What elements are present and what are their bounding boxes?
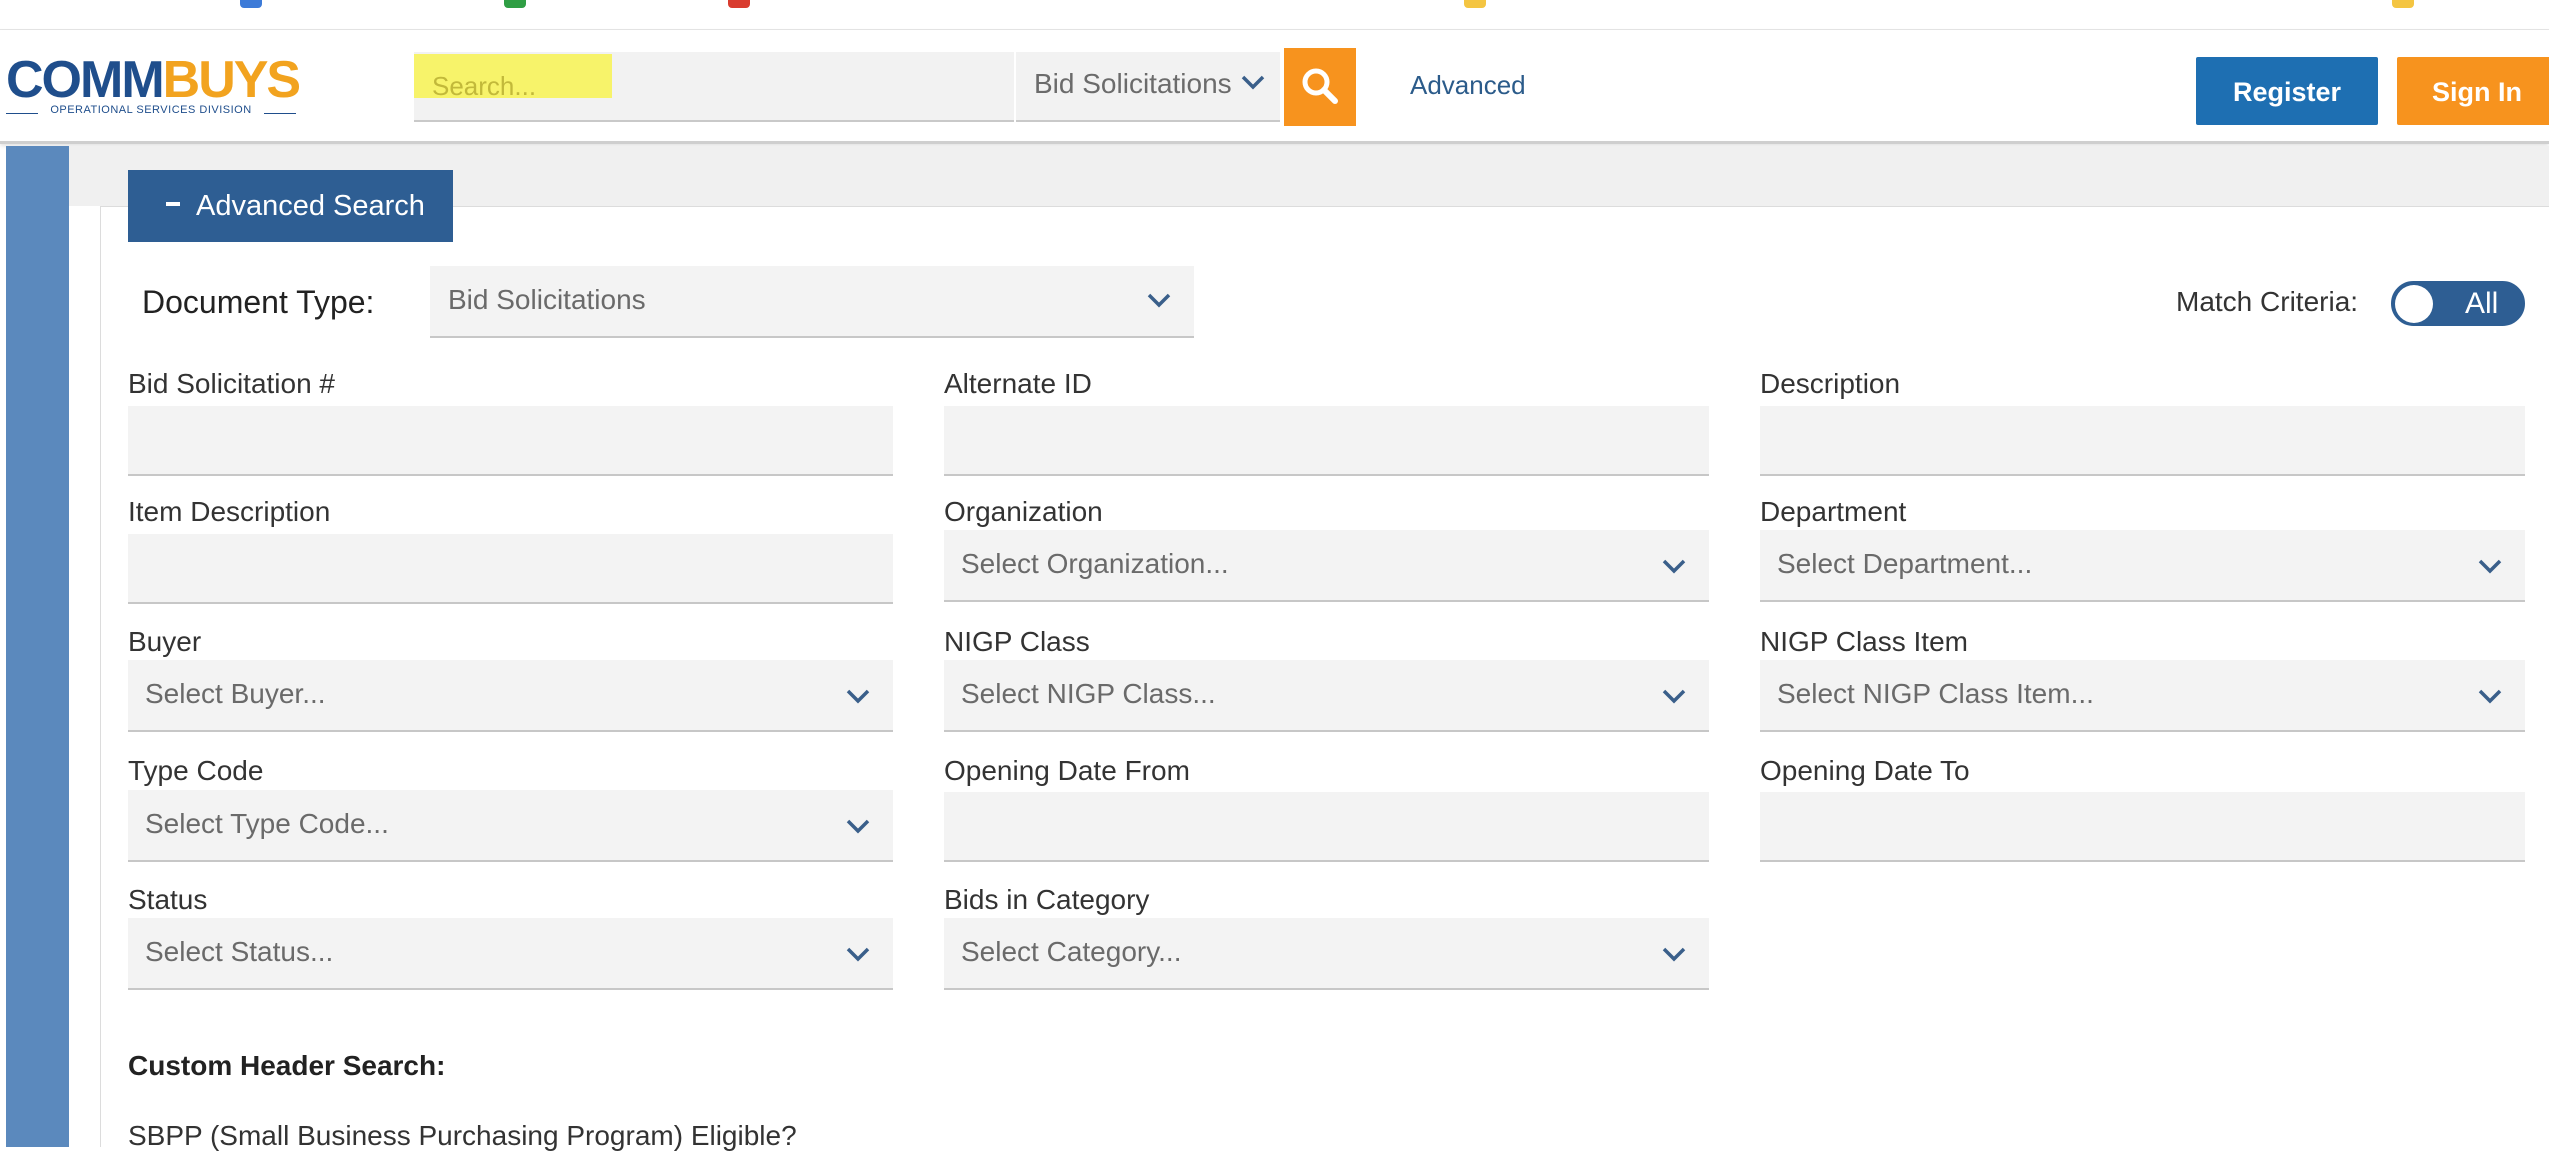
nigp-class-label: NIGP Class — [944, 626, 1090, 657]
chevron-down-icon — [1662, 689, 1686, 704]
match-criteria-label: Match Criteria: — [2176, 286, 2359, 317]
description-label: Description — [1760, 368, 1901, 399]
alternate-id-label: Alternate ID — [944, 368, 1092, 399]
search-doc-type-value: Bid Solicitations — [1034, 68, 1232, 99]
buyer-placeholder: Select Buyer... — [145, 678, 326, 709]
department-select[interactable]: Select Department... — [1760, 530, 2525, 602]
bids-in-category-label: Bids in Category — [944, 884, 1150, 915]
status-placeholder: Select Status... — [145, 936, 334, 967]
status-select[interactable]: Select Status... — [128, 918, 893, 990]
department-label: Department — [1760, 496, 1907, 527]
bookmark-icon[interactable] — [504, 0, 526, 8]
sbpp-eligible-label: SBPP (Small Business Purchasing Program)… — [128, 1120, 797, 1151]
bid-solicitation-num-input[interactable] — [128, 406, 893, 476]
chevron-down-icon — [1662, 559, 1686, 574]
opening-date-to-input[interactable] — [1760, 792, 2525, 862]
minus-icon — [166, 201, 180, 206]
nigp-class-item-select[interactable]: Select NIGP Class Item... — [1760, 660, 2525, 732]
bookmark-icon[interactable] — [240, 0, 262, 8]
search-input[interactable] — [414, 52, 1014, 120]
status-label: Status — [128, 884, 208, 915]
match-criteria-value: All — [2465, 287, 2499, 320]
nigp-class-placeholder: Select NIGP Class... — [961, 678, 1216, 709]
bid-solicitation-num-label: Bid Solicitation # — [128, 368, 336, 399]
opening-date-from-input[interactable] — [944, 792, 1709, 862]
match-criteria-toggle[interactable]: All — [2391, 281, 2525, 326]
register-button[interactable]: Register — [2196, 57, 2378, 125]
search-button[interactable] — [1284, 48, 1356, 126]
type-code-placeholder: Select Type Code... — [145, 808, 389, 839]
commbuys-logo[interactable]: COMMBUYS OPERATIONAL SERVICES DIVISION — [6, 51, 301, 122]
chevron-down-icon — [846, 689, 870, 704]
left-rail — [6, 146, 69, 1147]
bids-in-category-placeholder: Select Category... — [961, 936, 1182, 967]
bookmark-icon[interactable] — [728, 0, 750, 8]
bookmark-icon[interactable] — [2392, 0, 2414, 8]
advanced-search-link[interactable]: Advanced — [1410, 70, 1526, 101]
search-box — [414, 52, 1014, 122]
organization-placeholder: Select Organization... — [961, 548, 1229, 579]
item-description-label: Item Description — [128, 496, 331, 527]
logo-subtitle: OPERATIONAL SERVICES DIVISION — [6, 104, 296, 122]
chevron-down-icon — [2478, 689, 2502, 704]
advanced-search-toggle-label: Advanced Search — [196, 189, 425, 222]
document-type-label: Document Type: — [142, 284, 375, 320]
description-input[interactable] — [1760, 406, 2525, 476]
department-placeholder: Select Department... — [1777, 548, 2033, 579]
opening-date-from-label: Opening Date From — [944, 755, 1190, 786]
type-code-select[interactable]: Select Type Code... — [128, 790, 893, 862]
site-header: COMMBUYS OPERATIONAL SERVICES DIVISION B… — [0, 30, 2549, 144]
chevron-down-icon — [1662, 947, 1686, 962]
nigp-class-item-placeholder: Select NIGP Class Item... — [1777, 678, 2094, 709]
sign-in-button[interactable]: Sign In — [2397, 57, 2549, 125]
item-description-input[interactable] — [128, 534, 893, 604]
chevron-down-icon — [1241, 75, 1265, 90]
search-icon — [1302, 68, 1338, 104]
bookmarks-bar — [0, 0, 2549, 30]
organization-select[interactable]: Select Organization... — [944, 530, 1709, 602]
chevron-down-icon — [846, 819, 870, 834]
buyer-label: Buyer — [128, 626, 202, 657]
toggle-knob — [2395, 285, 2433, 323]
custom-header-search-label: Custom Header Search: — [128, 1050, 446, 1081]
alternate-id-input[interactable] — [944, 406, 1709, 476]
type-code-label: Type Code — [128, 755, 264, 786]
document-type-select[interactable]: Bid Solicitations — [430, 266, 1194, 338]
logo-text-buys: BUYS — [162, 51, 301, 109]
nigp-class-item-label: NIGP Class Item — [1760, 626, 1968, 657]
logo-text-comm: COMM — [6, 51, 165, 109]
chevron-down-icon — [846, 947, 870, 962]
search-doc-type-select[interactable]: Bid Solicitations — [1016, 52, 1280, 122]
document-type-value: Bid Solicitations — [448, 284, 646, 315]
logo-wordmark: COMMBUYS — [6, 51, 301, 109]
bookmark-icon[interactable] — [1464, 0, 1486, 8]
buyer-select[interactable]: Select Buyer... — [128, 660, 893, 732]
organization-label: Organization — [944, 496, 1103, 527]
chevron-down-icon — [2478, 559, 2502, 574]
chevron-down-icon — [1147, 293, 1171, 308]
bids-in-category-select[interactable]: Select Category... — [944, 918, 1709, 990]
opening-date-to-label: Opening Date To — [1760, 755, 1970, 786]
advanced-search-toggle[interactable]: Advanced Search — [128, 170, 453, 242]
nigp-class-select[interactable]: Select NIGP Class... — [944, 660, 1709, 732]
